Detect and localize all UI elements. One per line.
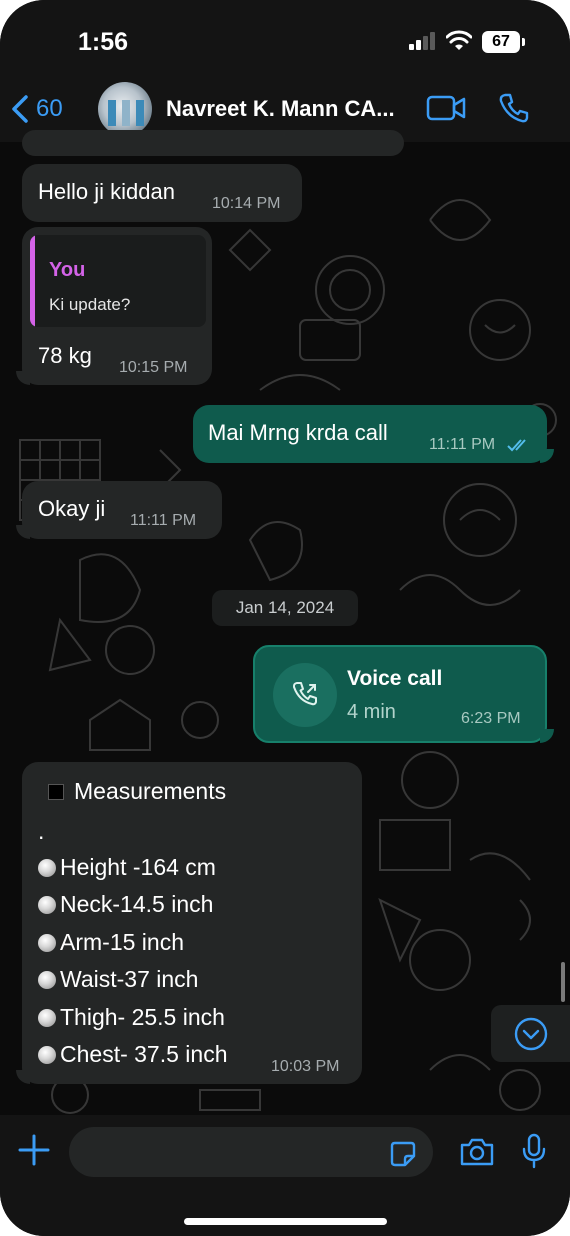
partial-message-bubble bbox=[22, 130, 404, 156]
message-text: 78 kg bbox=[38, 343, 92, 368]
message-time: 11:11 PM bbox=[130, 512, 197, 529]
black-square-icon bbox=[48, 783, 64, 800]
measurement-item: Height -164 cm bbox=[38, 854, 216, 881]
voice-call-duration: 4 min bbox=[347, 701, 396, 723]
message-time: 6:23 PM bbox=[461, 710, 521, 727]
video-call-icon[interactable] bbox=[426, 94, 466, 122]
back-button[interactable]: 60 bbox=[10, 94, 63, 124]
message-time: 10:14 PM bbox=[212, 195, 281, 212]
bullet-dot-icon bbox=[38, 858, 56, 877]
message-bubble-incoming[interactable]: Hello ji kiddan 10:14 PM bbox=[22, 164, 302, 222]
phone-screen: 1:56 67 60 Navreet K. Mann CA... Hello j… bbox=[0, 0, 570, 1236]
sticker-icon[interactable] bbox=[389, 1140, 417, 1168]
message-bubble-outgoing[interactable]: Mai Mrng krda call 11:11 PM bbox=[193, 405, 547, 463]
outgoing-call-icon bbox=[292, 682, 317, 706]
message-text: Okay ji bbox=[38, 496, 106, 521]
scrollbar[interactable] bbox=[561, 962, 565, 1002]
voice-call-icon-circle bbox=[273, 663, 337, 727]
message-time: 10:15 PM bbox=[119, 359, 188, 376]
measurement-item: Arm-15 inch bbox=[38, 929, 184, 956]
message-input[interactable] bbox=[69, 1127, 433, 1177]
battery-cap bbox=[522, 38, 525, 46]
message-time: 11:11 PM bbox=[429, 436, 496, 453]
measurement-text: Thigh- 25.5 inch bbox=[60, 1004, 225, 1030]
bullet-dot-icon bbox=[38, 1045, 56, 1064]
camera-icon[interactable] bbox=[459, 1137, 495, 1167]
bullet-dot-icon bbox=[38, 1008, 56, 1027]
chevron-down-icon bbox=[514, 1017, 548, 1051]
measurements-heading-text: Measurements bbox=[74, 778, 227, 804]
quote-accent-bar bbox=[30, 235, 35, 327]
contact-name[interactable]: Navreet K. Mann CA... bbox=[166, 96, 411, 122]
message-time: 10:03 PM bbox=[271, 1058, 340, 1075]
measurement-item: Thigh- 25.5 inch bbox=[38, 1004, 225, 1031]
voice-call-title: Voice call bbox=[347, 667, 443, 690]
read-receipt-icon bbox=[507, 439, 526, 452]
message-text: Mai Mrng krda call bbox=[208, 420, 388, 445]
unread-count: 60 bbox=[36, 95, 63, 122]
home-indicator[interactable] bbox=[184, 1218, 387, 1225]
battery-level: 67 bbox=[482, 31, 520, 53]
bullet-dot-icon bbox=[38, 970, 56, 989]
status-bar: 1:56 67 bbox=[0, 0, 570, 80]
bullet-dot-icon bbox=[38, 895, 56, 914]
quoted-text: Ki update? bbox=[49, 295, 131, 314]
measurement-text: Chest- 37.5 inch bbox=[60, 1041, 228, 1067]
status-time: 1:56 bbox=[78, 28, 129, 56]
quoted-author: You bbox=[49, 259, 86, 281]
message-text: Hello ji kiddan bbox=[38, 179, 175, 204]
wifi-icon bbox=[446, 30, 472, 50]
avatar[interactable] bbox=[98, 82, 152, 136]
quoted-reply[interactable]: You Ki update? bbox=[30, 235, 206, 327]
microphone-icon[interactable] bbox=[521, 1133, 547, 1169]
message-bubble-incoming[interactable]: Okay ji 11:11 PM bbox=[22, 481, 222, 539]
measurements-message-bubble[interactable]: Measurements . Height -164 cm Neck-14.5 … bbox=[22, 762, 362, 1084]
measurement-item: Waist-37 inch bbox=[38, 966, 198, 993]
measurement-text: Arm-15 inch bbox=[60, 929, 184, 955]
scroll-to-bottom-button[interactable] bbox=[491, 1005, 570, 1062]
measurement-item: Chest- 37.5 inch bbox=[38, 1041, 227, 1068]
bullet-dot-icon bbox=[38, 933, 56, 952]
measurements-heading: Measurements bbox=[48, 778, 226, 805]
phone-icon[interactable] bbox=[498, 92, 530, 124]
voice-call-bubble[interactable]: Voice call 4 min 6:23 PM bbox=[253, 645, 547, 743]
measurement-item: Neck-14.5 inch bbox=[38, 891, 213, 918]
measurement-text: Waist-37 inch bbox=[60, 966, 199, 992]
attach-plus-icon[interactable] bbox=[18, 1134, 50, 1166]
message-bubble-incoming-reply[interactable]: You Ki update? 78 kg 10:15 PM bbox=[22, 227, 212, 385]
measurements-separator: . bbox=[38, 818, 45, 844]
back-chevron-icon bbox=[12, 95, 28, 123]
date-separator: Jan 14, 2024 bbox=[212, 590, 358, 626]
cellular-signal-icon bbox=[409, 32, 435, 50]
measurement-text: Height -164 cm bbox=[60, 854, 216, 880]
measurement-text: Neck-14.5 inch bbox=[60, 891, 214, 917]
